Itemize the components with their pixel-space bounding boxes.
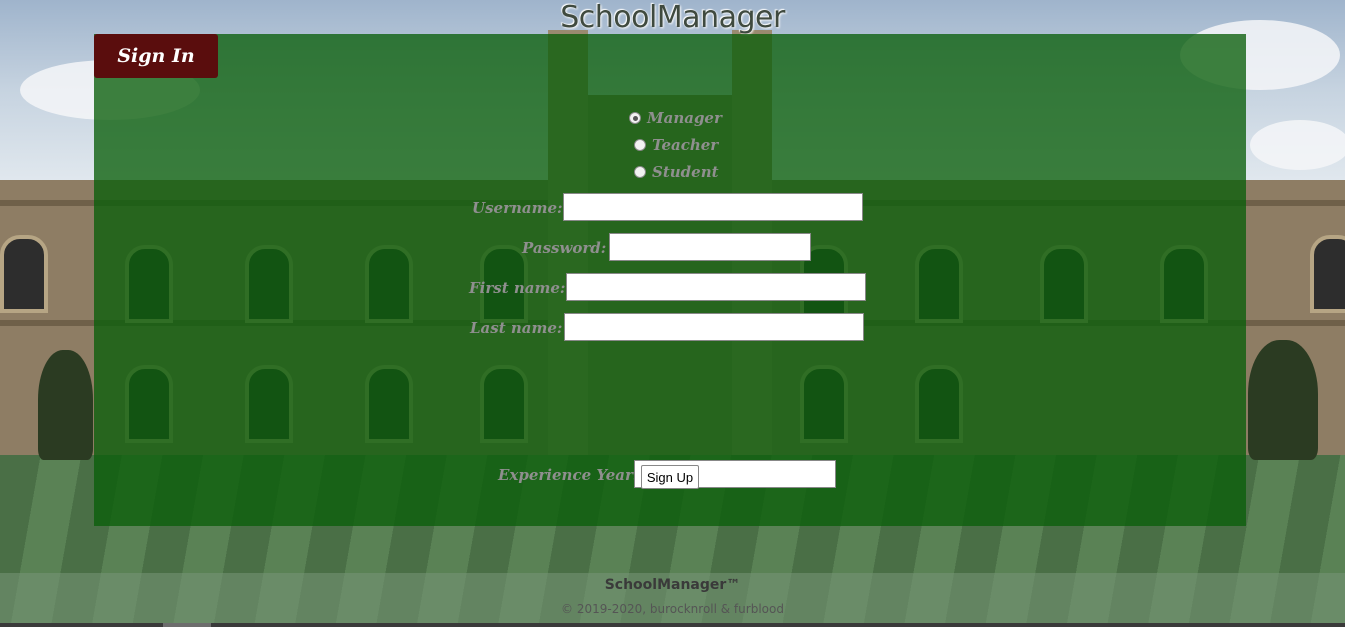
role-manager-radio[interactable]: [629, 112, 641, 124]
lastname-input[interactable]: [564, 313, 864, 341]
sign-in-tab[interactable]: Sign In: [94, 34, 218, 78]
firstname-label: First name:: [469, 279, 566, 297]
role-manager-label: Manager: [647, 109, 722, 127]
username-label: Username:: [472, 199, 563, 217]
experience-year-label: Experience Year:: [498, 466, 639, 484]
footer: SchoolManager™ © 2019-2020, burocknroll …: [0, 573, 1345, 623]
username-input[interactable]: [563, 193, 863, 221]
tree: [38, 350, 93, 460]
password-label: Password:: [522, 239, 607, 257]
role-student-label: Student: [652, 163, 719, 181]
scrollbar-thumb[interactable]: [163, 623, 211, 627]
role-student-radio[interactable]: [634, 166, 646, 178]
role-teacher-radio[interactable]: [634, 139, 646, 151]
role-teacher-label: Teacher: [652, 136, 719, 154]
lastname-label: Last name:: [470, 319, 563, 337]
tree: [1248, 340, 1318, 460]
sign-up-button[interactable]: Sign Up: [641, 465, 699, 489]
footer-copyright: © 2019-2020, burocknroll & furblood: [561, 602, 784, 616]
page-title: SchoolManager: [560, 0, 785, 35]
horizontal-scrollbar[interactable]: [0, 623, 1345, 627]
cloud: [1250, 120, 1345, 170]
footer-brand: SchoolManager™: [604, 577, 741, 593]
password-input[interactable]: [609, 233, 811, 261]
firstname-input[interactable]: [566, 273, 866, 301]
signup-panel: Sign In Manager Teacher Student Username…: [94, 34, 1246, 526]
